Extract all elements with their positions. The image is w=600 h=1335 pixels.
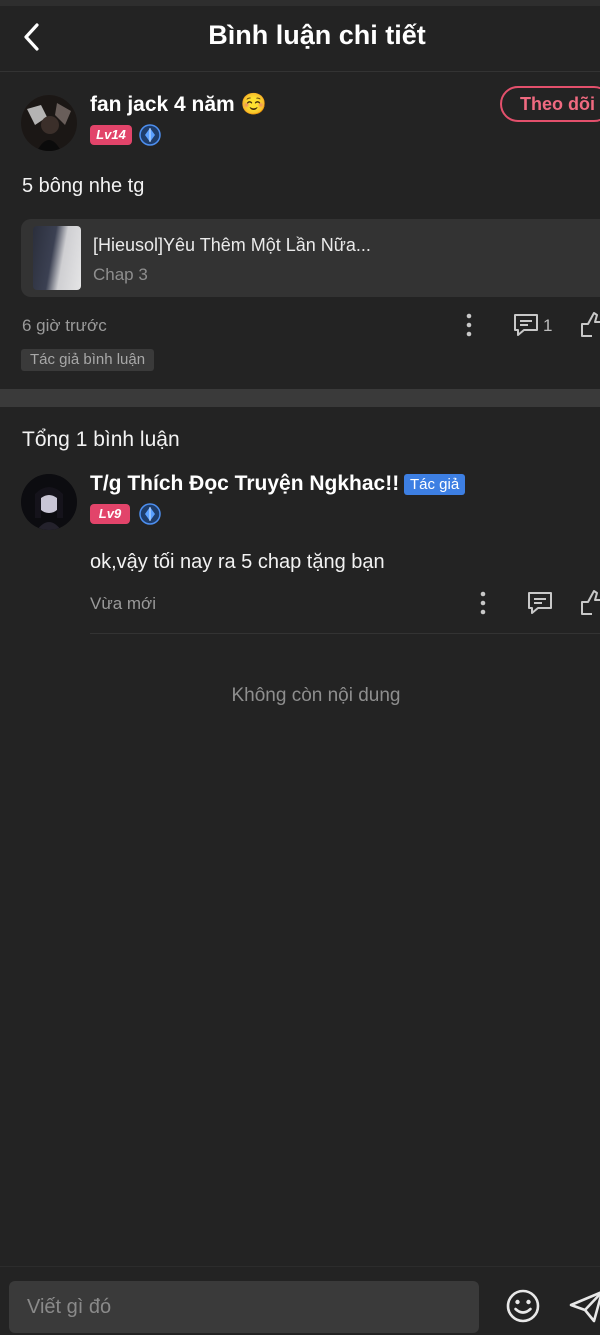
vip-diamond-icon xyxy=(139,503,161,525)
book-card[interactable]: [Hieusol]Yêu Thêm Một Lần Nữa... Chap 3 xyxy=(21,219,600,297)
send-icon[interactable] xyxy=(568,1289,600,1323)
book-chapter: Chap 3 xyxy=(93,265,148,284)
avatar[interactable] xyxy=(21,95,77,151)
username[interactable]: fan jack 4 năm ☺️ xyxy=(90,93,267,117)
comment-icon[interactable] xyxy=(512,312,540,338)
follow-button[interactable]: Theo dõi xyxy=(500,86,600,122)
reply-count: 1 xyxy=(543,316,553,335)
header-divider xyxy=(0,71,600,72)
comment-icon[interactable] xyxy=(526,590,554,616)
book-title: [Hieusol]Yêu Thêm Một Lần Nữa... xyxy=(93,235,371,255)
comment-text: 5 bông nhe tg xyxy=(22,175,145,197)
comment-input-bar xyxy=(0,1266,600,1335)
like-icon[interactable] xyxy=(580,310,600,338)
header: Bình luận chi tiết xyxy=(0,6,600,70)
reply-divider xyxy=(90,633,600,634)
more-icon[interactable] xyxy=(473,590,493,616)
avatar[interactable] xyxy=(21,474,77,530)
reply-username[interactable]: T/g Thích Đọc Truyện Ngkhac!! xyxy=(90,472,399,496)
page-title: Bình luận chi tiết xyxy=(208,20,426,50)
avatar-image xyxy=(21,95,77,151)
reply-time: Vừa mới xyxy=(90,594,156,613)
avatar-image xyxy=(21,474,77,530)
author-comment-tag: Tác giả bình luận xyxy=(21,349,155,371)
end-of-content: Không còn nội dung xyxy=(231,685,401,706)
like-icon[interactable] xyxy=(580,588,600,616)
comment-time: 6 giờ trước xyxy=(22,316,107,335)
author-badge: Tác giả xyxy=(404,474,466,495)
level-badge: Lv14 xyxy=(90,125,132,145)
total-comments: Tổng 1 bình luận xyxy=(22,428,180,451)
comment-input[interactable] xyxy=(9,1281,479,1333)
emoji-icon[interactable] xyxy=(505,1288,541,1324)
more-icon[interactable] xyxy=(459,312,479,338)
section-divider xyxy=(0,389,600,407)
book-cover xyxy=(33,226,81,290)
reply-text: ok,vậy tối nay ra 5 chap tặng bạn xyxy=(90,551,385,573)
level-badge: Lv9 xyxy=(90,504,130,524)
vip-diamond-icon xyxy=(139,124,161,146)
